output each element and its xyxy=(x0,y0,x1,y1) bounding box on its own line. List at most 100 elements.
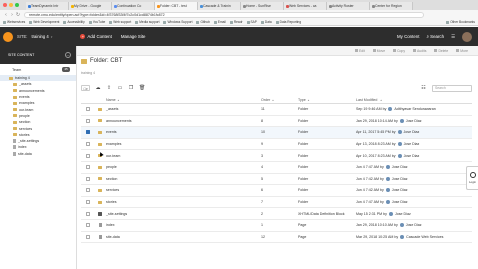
search-input[interactable] xyxy=(432,84,472,92)
table-row[interactable]: announcements 8 Folder Jan 29, 2018 10:14 A… xyxy=(81,116,472,128)
breadcrumb[interactable]: training 4 xyxy=(81,71,95,75)
row-name-link[interactable]: section xyxy=(105,177,261,181)
table-row[interactable]: site-data 12 Page Mar 29, 2018 10:25 AM by C… xyxy=(81,232,472,244)
manage-site-link[interactable]: Manage Site xyxy=(121,34,146,39)
column-type[interactable]: Type ▴ xyxy=(298,98,356,102)
table-row[interactable]: examples 9 Folder Apr 13, 2018 8:23 AM by Jo… xyxy=(81,139,472,151)
row-name-link[interactable]: index xyxy=(105,223,261,227)
table-row[interactable]: people 4 Folder Jun 4 7:47 AM by Jose Diaz xyxy=(81,162,472,174)
row-name-link[interactable]: stories xyxy=(105,200,261,204)
column-order[interactable]: Order ▴ xyxy=(261,98,298,102)
row-name-link[interactable]: our-team xyxy=(105,154,261,158)
select-all-checkbox[interactable]: ☐▾ xyxy=(81,85,90,91)
more-options-icon[interactable]: ⋯ xyxy=(65,52,71,58)
bookmark-item[interactable]: Readr xyxy=(229,20,243,24)
minimize-window-icon[interactable] xyxy=(9,3,13,7)
bookmark-item[interactable]: Email xyxy=(213,20,226,24)
browser-tab[interactable]: TeamDynamix Intr xyxy=(26,2,69,10)
row-checkbox[interactable] xyxy=(86,188,90,193)
row-checkbox[interactable] xyxy=(86,142,90,147)
row-name-link[interactable]: events xyxy=(105,130,261,134)
menu-icon[interactable]: ☰ xyxy=(451,34,455,40)
row-checkbox[interactable] xyxy=(86,107,90,112)
table-row[interactable]: index 1 Page Jan 29, 2018 10:10 AM by Jose D… xyxy=(81,220,472,232)
bookmark-item[interactable]: Github xyxy=(196,20,210,24)
cascade-logo[interactable] xyxy=(3,31,13,42)
sidebar-site[interactable]: Team 45 xyxy=(0,64,76,75)
publish-icon[interactable]: ☁ xyxy=(95,85,101,91)
list-view-icon[interactable]: ☷ xyxy=(420,85,427,91)
row-user-link[interactable]: Jose Diaz xyxy=(406,223,422,227)
row-user-link[interactable]: Jose Diaz xyxy=(392,188,408,192)
table-row[interactable]: _site-settings 2 XHTML/Data Definition Blo… xyxy=(81,208,472,220)
row-checkbox[interactable] xyxy=(86,211,90,216)
column-modified[interactable]: Last Modified ▴ xyxy=(356,98,466,102)
row-user-link[interactable]: Jose Diaz xyxy=(395,212,411,216)
more-button[interactable]: More xyxy=(456,49,468,53)
url-field[interactable]: remote.cmu.edu/entity/open.act?type=fold… xyxy=(24,11,424,18)
browser-tab[interactable]: My Drive - Google xyxy=(69,2,112,10)
bookmark-item[interactable]: Data xyxy=(260,20,272,24)
row-checkbox[interactable] xyxy=(86,200,90,205)
browser-tab[interactable]: Cascade & Trainin xyxy=(198,2,241,10)
table-row[interactable]: services 6 Folder Jun 4 7:42 AM by Jose Diaz xyxy=(81,185,472,197)
my-content-link[interactable]: My Content xyxy=(397,34,419,39)
row-user-link[interactable]: Jose Diaz xyxy=(404,154,420,158)
maximize-window-icon[interactable] xyxy=(15,3,19,7)
reload-icon[interactable]: ↻ xyxy=(15,12,21,18)
row-name-link[interactable]: people xyxy=(105,165,261,169)
bookmark-item[interactable]: Windows Support xyxy=(163,20,192,24)
table-row[interactable]: stories 7 Folder Jun 4 7:47 AM by Jose Diaz xyxy=(81,197,472,209)
row-user-link[interactable]: Jose Diaz xyxy=(404,142,420,146)
copy-folder-icon[interactable]: ❐ xyxy=(128,85,134,91)
other-bookmarks[interactable]: Other Bookmarks xyxy=(446,20,475,24)
bookmark-item[interactable]: Accessibility xyxy=(63,20,85,24)
bookmark-item[interactable]: Web Development xyxy=(29,20,59,24)
browser-tab[interactable]: Activity Roster xyxy=(327,2,370,10)
row-name-link[interactable]: announcements xyxy=(105,119,261,123)
copy-button[interactable]: Copy xyxy=(393,49,405,53)
sidebar-item-site-data[interactable]: site-data xyxy=(0,151,76,157)
browser-tab[interactable]: Center for Region xyxy=(370,2,413,10)
delete-button[interactable]: Delete xyxy=(434,49,448,53)
row-name-link[interactable]: services xyxy=(105,188,261,192)
row-checkbox[interactable] xyxy=(86,176,90,181)
bookmark-item[interactable]: YouTube xyxy=(88,20,105,24)
row-name-link[interactable]: _site-settings xyxy=(105,212,261,216)
upload-icon[interactable]: ⇪ xyxy=(106,85,112,91)
table-row[interactable]: _assets 11 Folder Sep 19 9:46 AM by Adithyav… xyxy=(81,104,472,116)
row-user-link[interactable]: Jose Diaz xyxy=(392,165,408,169)
trash-icon[interactable]: 🗑 xyxy=(139,85,145,91)
browser-tab[interactable]: Home - SunRise xyxy=(241,2,284,10)
row-user-link[interactable]: Cascade Web Services xyxy=(406,235,443,239)
row-checkbox[interactable] xyxy=(86,118,90,123)
row-user-link[interactable]: Jose Diaz xyxy=(404,130,420,134)
bookmark-item[interactable]: Media support xyxy=(135,20,159,24)
row-name-link[interactable]: _assets xyxy=(105,107,261,111)
bookmark-item[interactable]: Data Reporting xyxy=(275,20,301,24)
bookmark-item[interactable]: Web support xyxy=(109,20,131,24)
add-content-button[interactable]: + Add Content xyxy=(80,34,112,39)
audits-button[interactable]: Audits xyxy=(413,49,426,53)
row-checkbox[interactable] xyxy=(86,223,90,228)
row-user-link[interactable]: Adithyavar Sendurawaran xyxy=(394,107,435,111)
row-name-link[interactable]: examples xyxy=(105,142,261,146)
table-row[interactable]: section 5 Folder Jun 4 7:42 AM by Jose Diaz xyxy=(81,174,472,186)
edit-button[interactable]: Edit xyxy=(354,49,365,53)
row-checkbox[interactable] xyxy=(86,165,90,170)
move-button[interactable]: Move xyxy=(372,49,385,53)
table-row[interactable]: our-team 3 Folder Apr 10, 2017 8:23 AM by Jo… xyxy=(81,150,472,162)
browser-tab[interactable]: Continuation Co xyxy=(112,2,155,10)
login-widget[interactable]: Login xyxy=(466,166,478,190)
row-checkbox[interactable] xyxy=(86,234,90,239)
column-name[interactable]: Name ▴ xyxy=(105,98,261,102)
row-name-link[interactable]: site-data xyxy=(105,235,261,239)
row-user-link[interactable]: Jose Diaz xyxy=(392,200,408,204)
site-selector[interactable]: training 4 ▾ xyxy=(31,34,52,39)
bookmark-item[interactable]: SAP xyxy=(246,20,257,24)
table-row[interactable]: events 10 Folder Apr 11, 2017 5:45 PM by Jos… xyxy=(81,127,472,139)
search-link[interactable]: ⌕ Search xyxy=(426,34,444,39)
row-checkbox[interactable] xyxy=(86,130,90,135)
move-folder-icon[interactable]: ▭ xyxy=(117,85,123,91)
browser-tab[interactable]: Web Services - ca xyxy=(284,2,327,10)
